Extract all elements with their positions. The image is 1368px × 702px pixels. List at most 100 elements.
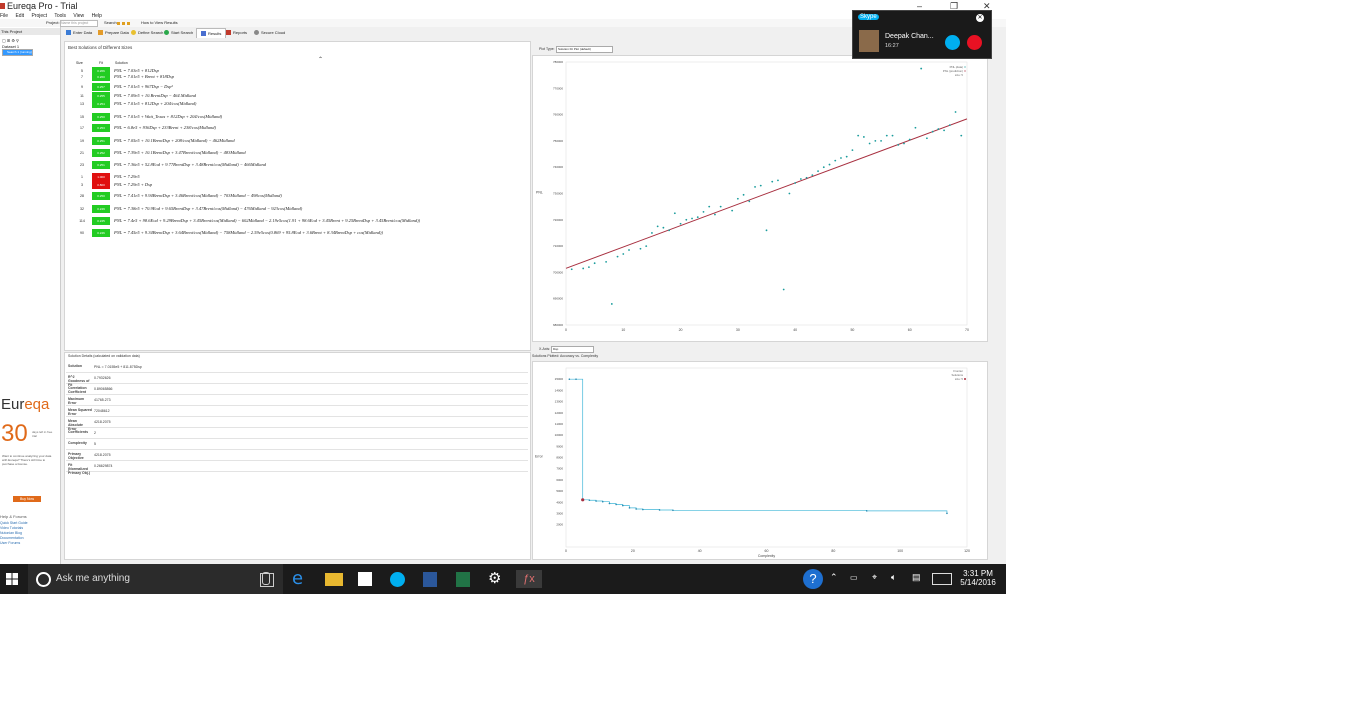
solution-row[interactable]: 114 0.245 PNL = 7.4e5 + 98.6Eod + 9.29Bren… xyxy=(72,217,532,225)
eureqa-taskbar-icon[interactable]: ƒx xyxy=(516,570,542,588)
data-point xyxy=(588,266,590,269)
notifications-icon[interactable]: ▤ xyxy=(912,572,921,594)
x-tick-label: 0 xyxy=(565,549,567,553)
solution-row[interactable]: 3 0.800 PNL = 7.29e5 + Dsp xyxy=(72,181,532,189)
tab-results[interactable]: Results xyxy=(196,28,227,38)
settings-gear-icon[interactable]: ⚙ xyxy=(488,570,506,588)
data-point xyxy=(960,134,963,137)
solution-fit: 1.000 xyxy=(92,173,110,181)
solution-equation: PNL = 7.29e5 + Dsp xyxy=(114,182,153,187)
battery-icon[interactable]: ▭ xyxy=(850,573,858,594)
sidebar-toolbar-icons[interactable]: ▢ ⊞ ⚙ ⚲ xyxy=(2,38,19,43)
y-tick-label: 3000 xyxy=(556,511,563,515)
file-explorer-icon[interactable] xyxy=(325,573,343,586)
solution-fit: 0.253 xyxy=(92,124,110,132)
data-point xyxy=(639,247,642,250)
pareto-point xyxy=(608,502,611,505)
solution-row[interactable]: 13 0.254 PNL = 7.01e5 + 812Dsp + 204/cos(M… xyxy=(72,100,532,108)
cortana-search-box[interactable]: Ask me anything xyxy=(28,564,283,594)
network-icon[interactable]: ⌖ xyxy=(872,572,877,594)
taskbar-clock[interactable]: 3:31 PM 5/14/2016 xyxy=(958,569,998,587)
y-tick-label: 5000 xyxy=(556,489,563,493)
data-point xyxy=(736,197,739,200)
mute-mic-button[interactable] xyxy=(945,35,960,50)
project-name-input[interactable]: Name this project xyxy=(60,20,98,27)
data-point xyxy=(874,140,877,142)
task-view-icon[interactable] xyxy=(260,573,274,587)
solution-size: 21 xyxy=(80,151,84,155)
tab-define-search[interactable]: Define Search xyxy=(131,28,163,37)
y-tick-label: 7000 xyxy=(556,467,563,471)
clock-date: 5/14/2016 xyxy=(960,578,996,587)
col-size[interactable]: Size xyxy=(76,61,83,65)
data-point xyxy=(782,288,785,291)
word-icon[interactable] xyxy=(423,572,437,587)
data-point xyxy=(679,222,682,225)
end-call-button[interactable] xyxy=(967,35,982,50)
how-to-view-results-link[interactable]: How to View Results xyxy=(141,20,178,25)
tab-prepare-data[interactable]: Prepare Data xyxy=(98,28,129,37)
help-link-forums[interactable]: User Forums xyxy=(0,541,58,546)
cortana-icon xyxy=(36,572,51,587)
pareto-plot-panel: 2000 3000 4000 5000 6000 7000 8000 9000 10000 110… xyxy=(532,361,988,560)
data-point xyxy=(811,174,814,176)
legend-marker-data xyxy=(964,66,966,68)
edge-browser-icon[interactable]: e xyxy=(292,570,310,588)
tab-enter-data[interactable]: Enter Data xyxy=(66,28,92,37)
solution-row[interactable]: 23 0.251 PNL = 7.36e5 + 52.8Eod + 9.77Bren… xyxy=(72,161,532,169)
volume-icon[interactable]: 🔈︎ xyxy=(891,572,896,594)
data-point xyxy=(862,136,865,138)
data-point xyxy=(840,157,842,159)
solution-row[interactable]: 28 0.250 PNL = 7.41e5 + 9.94BrentDsp + 3.4… xyxy=(72,192,532,200)
excel-icon[interactable] xyxy=(456,572,470,587)
x-tick-label: 40 xyxy=(698,549,702,553)
help-question-icon[interactable]: ? xyxy=(803,569,823,589)
tab-reports[interactable]: Reports xyxy=(226,28,247,37)
solution-row[interactable]: 9 0.257 PNL = 7.01e5 + 967Dsp − Dsp² xyxy=(72,83,532,91)
x-tick-label: 80 xyxy=(831,549,835,553)
pareto-title: Solutions Plotted: Accuracy vs. Complexi… xyxy=(532,354,599,358)
pareto-point xyxy=(622,504,624,507)
solution-fit: 0.252 xyxy=(92,149,110,157)
solution-equation: PNL = 7.01e5 + 967Dsp − Dsp² xyxy=(114,84,173,89)
solution-row[interactable]: 17 0.253 PNL = 6.8e5 + 936Dsp + 233Brent +… xyxy=(72,124,532,132)
solution-fit: 0.254 xyxy=(92,100,110,108)
pareto-plot-chart: 2000 3000 4000 5000 6000 7000 8000 9000 10000 110… xyxy=(535,367,970,558)
tray-chevron-icon[interactable]: ⌃ xyxy=(830,572,838,594)
solution-row[interactable]: 11 0.255 PNL = 7.09e5 + 10.BrentDsp − 464.… xyxy=(72,92,532,100)
tab-start-search[interactable]: Start Search xyxy=(164,28,193,37)
solution-equation: PNL = 7.4e5 + 98.6Eod + 9.29BrentDsp + 3… xyxy=(114,218,421,223)
windows-start-icon[interactable] xyxy=(6,573,18,585)
store-icon[interactable] xyxy=(358,572,372,586)
plot-type-select[interactable]: Solution Fit Plot (default) xyxy=(556,46,613,53)
data-point xyxy=(914,126,917,129)
solution-row[interactable]: 19 0.251 PNL = 7.05e5 + 10.1BrentDsp + 208… xyxy=(72,137,532,145)
detail-key: Fit (Normalized Primary Obj.) xyxy=(68,463,90,475)
data-point xyxy=(765,229,768,232)
data-point xyxy=(719,205,722,208)
collapse-icon[interactable]: ⌃ xyxy=(318,56,323,63)
xaxis-label: X-Axis: xyxy=(539,347,551,351)
solution-row[interactable]: 15 0.250 PNL = 7.01e5 + Wait_Texas + 812Ds… xyxy=(72,113,532,121)
tab-secure-cloud[interactable]: Secure Cloud xyxy=(254,28,285,37)
col-solution[interactable]: Solution xyxy=(115,61,128,65)
buy-now-button[interactable]: Buy Now xyxy=(13,496,41,502)
solution-row[interactable]: 32 0.249 PNL = 7.38e5 + 70.9Eod + 9.65Bren… xyxy=(72,205,532,213)
solution-size: 1 xyxy=(81,175,83,179)
fit-plot-panel: 680000 690000 700000 710000 720000 730000 7400… xyxy=(532,55,988,342)
col-fit[interactable]: Fit xyxy=(99,61,103,65)
fit-plot-chart: 680000 690000 700000 710000 720000 730000 7400… xyxy=(536,60,969,332)
solution-row[interactable]: 21 0.252 PNL = 7.39e5 + 10.1BrentDsp + 3.4… xyxy=(72,149,532,157)
solution-row[interactable]: 1 1.000 PNL = 7.29e5 xyxy=(72,173,532,181)
data-point xyxy=(714,213,716,216)
solution-equation: PNL = 7.45e5 + 9.34BrentDsp + 3.64Brent/… xyxy=(114,230,384,235)
tree-item-search[interactable]: Search 1 (running) xyxy=(2,49,33,56)
skype-close-icon[interactable]: ✕ xyxy=(976,14,984,22)
solution-row[interactable]: 7 0.260 PNL = 7.01e5 + Brent + 818Dsp xyxy=(72,73,532,81)
trial-panel: Eureqa 30 days left in free trial Want t… xyxy=(0,390,58,510)
keyboard-icon[interactable] xyxy=(932,573,952,585)
xaxis-select[interactable]: Dsp xyxy=(551,346,594,353)
solution-row[interactable]: 90 0.246 PNL = 7.45e5 + 9.34BrentDsp + 3.6… xyxy=(72,229,532,237)
skype-taskbar-icon[interactable] xyxy=(390,572,405,587)
search-status-icons xyxy=(117,21,135,25)
